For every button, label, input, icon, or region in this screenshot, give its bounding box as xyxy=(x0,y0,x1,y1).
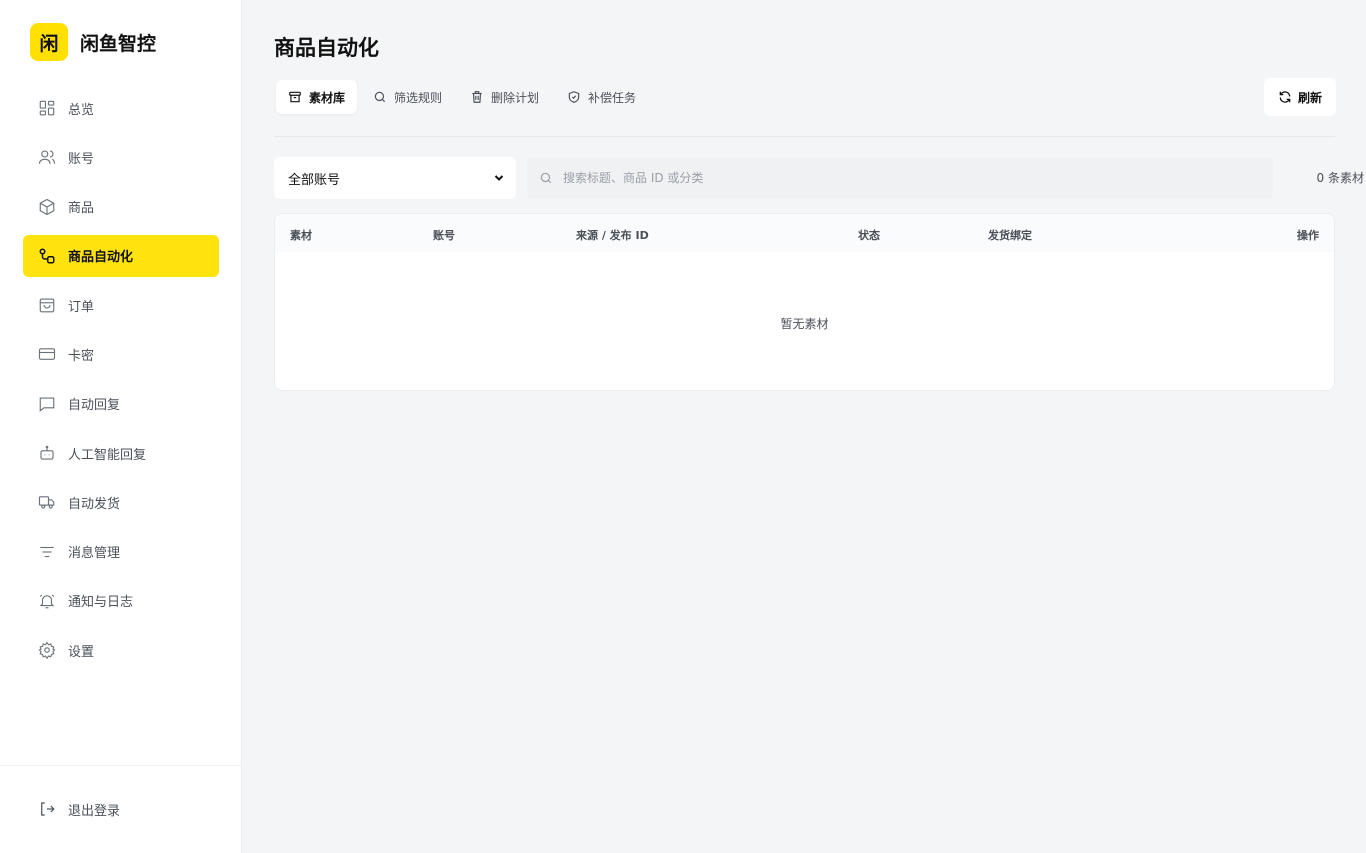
tab-label: 删除计划 xyxy=(491,90,540,105)
dashboard-icon xyxy=(39,100,55,116)
material-count: 0 条素材 xyxy=(1316,171,1364,185)
sidebar-item-product-automation[interactable]: 商品自动化 xyxy=(23,234,219,277)
sidebar-item-label: 总览 xyxy=(68,102,95,118)
sidebar-item-auto-reply[interactable]: 自动回复 xyxy=(23,383,219,425)
brand[interactable]: 闲 闲鱼智控 xyxy=(30,23,157,61)
tab-delete-plan[interactable]: 删除计划 xyxy=(458,80,551,114)
logout-icon xyxy=(41,802,55,816)
tab-filter-rules[interactable]: 筛选规则 xyxy=(361,80,454,114)
sidebar-item-label: 自动发货 xyxy=(68,496,121,512)
shield-check-icon xyxy=(568,91,580,103)
logout-section: 退出登录 xyxy=(23,788,219,837)
column-header-source-publish-id: 来源 / 发布 ID xyxy=(576,229,649,242)
materials-table: 素材 账号 来源 / 发布 ID 状态 发货绑定 操作 暂无素材 xyxy=(274,213,1335,391)
refresh-icon xyxy=(1279,91,1291,103)
sidebar-item-orders[interactable]: 订单 xyxy=(23,284,219,326)
refresh-button[interactable]: 刷新 xyxy=(1263,78,1336,116)
shopping-bag-icon xyxy=(39,298,55,313)
credit-card-icon xyxy=(38,348,56,361)
page-title: 商品自动化 xyxy=(274,36,379,60)
sidebar-item-products[interactable]: 商品 xyxy=(23,186,219,228)
search-input[interactable] xyxy=(563,171,1243,185)
trash-icon xyxy=(472,91,482,103)
sidebar-item-label: 自动回复 xyxy=(68,398,121,414)
column-header-actions: 操作 xyxy=(1297,229,1319,242)
logout-button[interactable]: 退出登录 xyxy=(23,788,219,830)
column-header-material: 素材 xyxy=(290,229,312,242)
sidebar-item-overview[interactable]: 总览 xyxy=(23,87,219,129)
sidebar-item-notifications-logs[interactable]: 通知与日志 xyxy=(23,580,219,622)
workflow-icon xyxy=(39,248,55,264)
brand-name: 闲鱼智控 xyxy=(80,32,157,55)
gear-icon xyxy=(38,641,56,660)
main-content: 商品自动化 素材库 筛选规则 删除计划 补偿任务 刷新 全部账号 0 条素材 xyxy=(243,0,1366,853)
brand-logo: 闲 xyxy=(30,23,68,61)
sidebar-item-accounts[interactable]: 账号 xyxy=(23,136,219,178)
column-header-account: 账号 xyxy=(433,229,455,242)
tab-label: 筛选规则 xyxy=(394,90,443,105)
users-icon xyxy=(38,150,56,165)
chevron-down-icon xyxy=(494,175,504,181)
column-header-status: 状态 xyxy=(858,229,880,242)
bot-icon xyxy=(40,445,54,460)
logout-label: 退出登录 xyxy=(68,803,121,819)
sidebar-item-label: 人工智能回复 xyxy=(68,447,147,463)
sidebar-nav: 总览 账号 商品 商品自动化 订单 卡密 自动回复 人工智能回复 自动发货 消息… xyxy=(23,87,219,679)
search-icon xyxy=(540,172,552,184)
sidebar-item-label: 消息管理 xyxy=(68,546,121,562)
search-icon xyxy=(374,91,386,103)
refresh-label: 刷新 xyxy=(1297,90,1322,105)
account-select-value: 全部账号 xyxy=(288,172,341,188)
tab-label: 素材库 xyxy=(309,90,346,105)
toolbar-divider xyxy=(274,136,1335,137)
sidebar: 闲 闲鱼智控 总览 账号 商品 商品自动化 订单 卡密 自动回复 人工智能回复 … xyxy=(0,0,242,853)
bell-ring-icon xyxy=(39,594,55,609)
sidebar-item-label: 商品 xyxy=(68,201,95,217)
empty-state: 暂无素材 xyxy=(780,317,829,331)
filter-lines-icon xyxy=(40,546,54,557)
box-icon xyxy=(39,198,55,215)
sidebar-item-label: 通知与日志 xyxy=(68,595,134,611)
column-header-delivery-binding: 发货绑定 xyxy=(988,229,1032,242)
tab-bar: 素材库 筛选规则 删除计划 补偿任务 xyxy=(276,80,652,114)
truck-icon xyxy=(38,496,55,509)
sidebar-item-ai-reply[interactable]: 人工智能回复 xyxy=(23,432,219,474)
archive-icon xyxy=(289,91,301,103)
sidebar-item-label: 商品自动化 xyxy=(68,250,134,266)
sidebar-item-message-management[interactable]: 消息管理 xyxy=(23,531,219,573)
sidebar-item-label: 账号 xyxy=(68,151,95,167)
sidebar-item-settings[interactable]: 设置 xyxy=(23,629,219,671)
tab-label: 补偿任务 xyxy=(588,90,637,105)
table-header: 素材 账号 来源 / 发布 ID 状态 发货绑定 操作 xyxy=(275,214,1334,252)
account-select[interactable]: 全部账号 xyxy=(274,157,516,199)
sidebar-item-label: 订单 xyxy=(68,299,95,315)
sidebar-divider xyxy=(0,765,241,766)
sidebar-item-label: 设置 xyxy=(68,644,95,660)
tab-compensation-tasks[interactable]: 补偿任务 xyxy=(555,80,648,114)
sidebar-item-card-keys[interactable]: 卡密 xyxy=(23,333,219,375)
sidebar-item-auto-delivery[interactable]: 自动发货 xyxy=(23,481,219,523)
tab-material-library[interactable]: 素材库 xyxy=(276,80,358,114)
search-box[interactable] xyxy=(527,157,1273,199)
sidebar-item-label: 卡密 xyxy=(68,348,95,364)
message-square-icon xyxy=(39,397,55,412)
